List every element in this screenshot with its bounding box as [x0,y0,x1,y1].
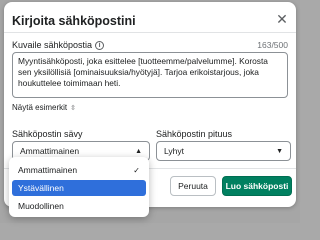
cancel-button[interactable]: Peruuta [170,176,216,196]
description-label: Kuvaile sähköpostia i [12,40,105,50]
info-icon[interactable]: i [95,40,105,50]
description-label-text: Kuvaile sähköpostia [12,40,93,50]
chevron-up-down-icon: ⇳ [70,104,76,112]
tone-option-friendly[interactable]: Ystävällinen [12,180,146,196]
description-textarea[interactable]: Myyntisähköposti, joka esittelee [tuotte… [12,52,288,98]
header-divider [4,32,296,33]
tone-option-label: Muodollinen [18,201,64,211]
tone-selected-value: Ammattimainen [20,146,80,156]
caret-down-icon: ▼ [276,147,283,155]
tone-label: Sähköpostin sävy [12,129,83,139]
length-label: Sähköpostin pituus [156,129,233,139]
character-count: 163/500 [257,40,288,50]
tone-option-professional[interactable]: Ammattimainen ✓ [12,162,146,178]
length-select[interactable]: Lyhyt ▼ [156,141,291,161]
show-examples-label: Näytä esimerkit [12,103,68,112]
length-selected-value: Lyhyt [164,146,185,156]
caret-down-icon: ▲ [135,147,142,155]
create-email-button[interactable]: Luo sähköposti [222,176,292,196]
tone-option-label: Ammattimainen [18,165,78,175]
show-examples-toggle[interactable]: Näytä esimerkit ⇳ [12,103,76,112]
tone-option-label: Ystävällinen [18,183,64,193]
dialog-title: Kirjoita sähköpostini [12,14,136,28]
tone-option-formal[interactable]: Muodollinen [12,198,146,214]
close-icon[interactable]: ✕ [273,10,291,28]
tone-dropdown-menu: Ammattimainen ✓ Ystävällinen Muodollinen [9,157,149,217]
checkmark-icon: ✓ [133,165,140,175]
